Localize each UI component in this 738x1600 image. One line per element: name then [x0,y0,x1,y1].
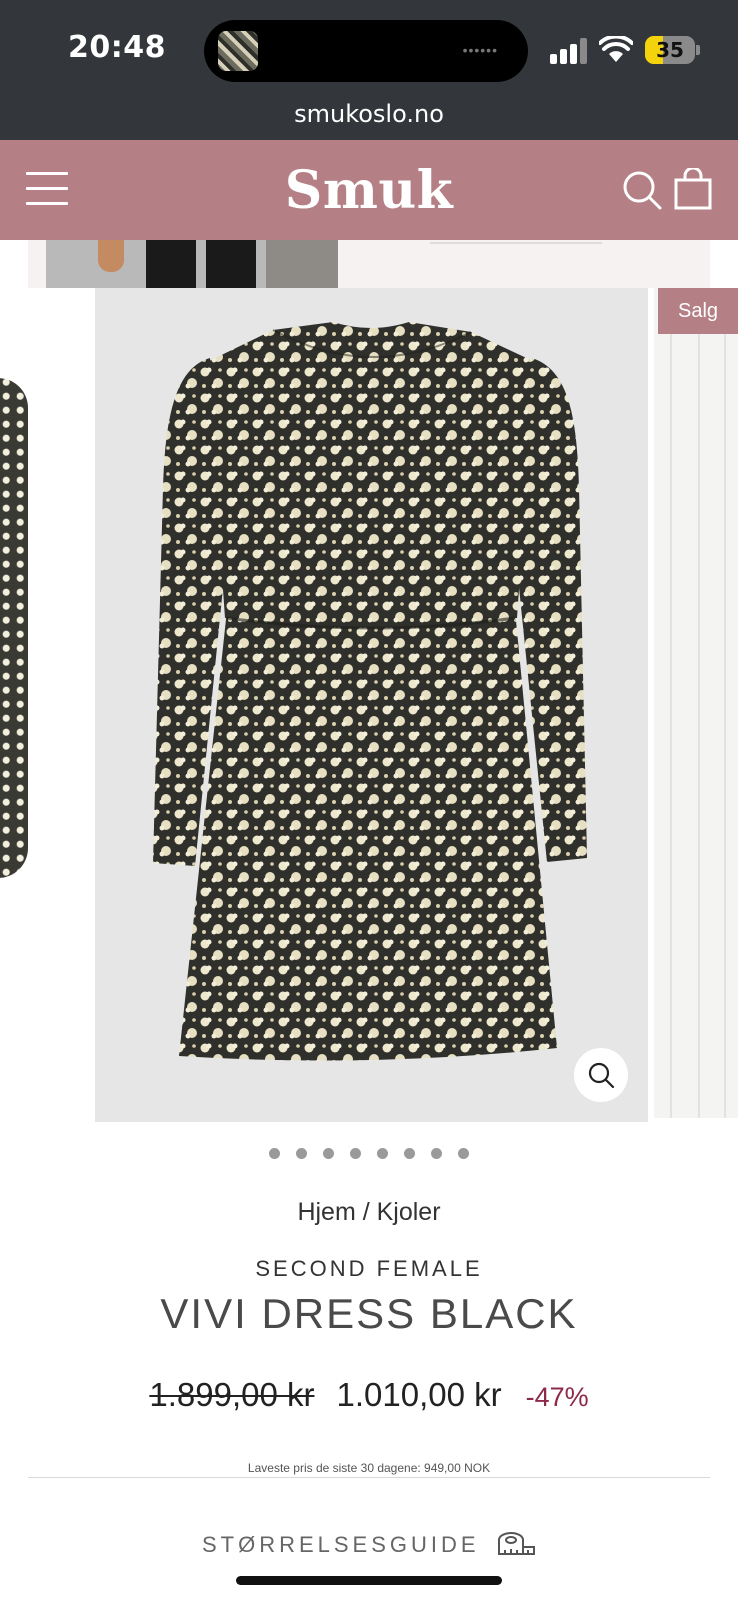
pagination-dot[interactable] [431,1148,442,1159]
pagination-dot[interactable] [458,1148,469,1159]
size-guide-label[interactable]: STØRRELSESGUIDE [202,1532,480,1557]
lowest-price-note: Laveste pris de siste 30 dagene: 949,00 … [247,1461,491,1475]
battery-tip [696,45,700,55]
pagination-dot[interactable] [350,1148,361,1159]
zoom-icon [588,1062,615,1089]
pagination-dot[interactable] [404,1148,415,1159]
pagination-dot[interactable] [377,1148,388,1159]
product-image-gallery[interactable] [0,288,738,1122]
hamburger-menu-icon[interactable] [26,172,68,206]
zoom-button[interactable] [574,1048,628,1102]
ruler-icon [498,1532,536,1555]
now-playing-thumbnail [218,31,258,71]
breadcrumb-category[interactable]: Kjoler [377,1198,441,1226]
status-bar: 20:48 •••••• 35 [0,0,738,88]
home-indicator[interactable] [236,1576,502,1585]
previous-section-divider [430,242,602,244]
shopping-bag-icon[interactable] [674,168,712,210]
pagination-dot[interactable] [269,1148,280,1159]
original-price: 1.899,00 kr [149,1376,315,1413]
breadcrumb: Hjem / Kjoler [0,1198,738,1227]
product-image-dress [153,322,587,1061]
site-header: Smuk [0,140,738,240]
section-divider [28,1477,710,1478]
product-brand[interactable]: SECOND FEMALE [0,1256,738,1282]
gallery-slide-next[interactable] [654,288,738,1118]
sale-badge: Salg [658,288,738,334]
discount-percent: -47% [525,1382,589,1412]
previous-product-photo [46,240,338,288]
search-icon[interactable] [622,170,662,210]
wifi-icon [599,36,633,62]
battery-icon: 35 [645,36,695,64]
pagination-dot[interactable] [296,1148,307,1159]
pagination-dot[interactable] [323,1148,334,1159]
breadcrumb-home[interactable]: Hjem [297,1198,355,1226]
breadcrumb-separator: / [355,1198,377,1226]
sale-price: 1.010,00 kr [336,1376,502,1413]
dynamic-island: •••••• [204,20,528,82]
gallery-slide-current[interactable] [95,288,648,1122]
gallery-pagination-dots [0,1148,738,1159]
cellular-signal-icon [550,38,588,64]
clock: 20:48 [68,30,166,65]
price-block: 1.899,00 kr 1.010,00 kr -47% [0,1376,738,1414]
size-guide-link[interactable]: STØRRELSESGUIDE [0,1530,738,1560]
product-title: VIVI DRESS BLACK [160,1290,578,1337]
browser-url-bar[interactable]: smukoslo.no [0,88,738,140]
gallery-slide-previous[interactable] [0,288,90,1122]
battery-level: 35 [656,38,684,62]
url-text[interactable]: smukoslo.no [0,100,738,128]
island-dots: •••••• [462,42,498,58]
